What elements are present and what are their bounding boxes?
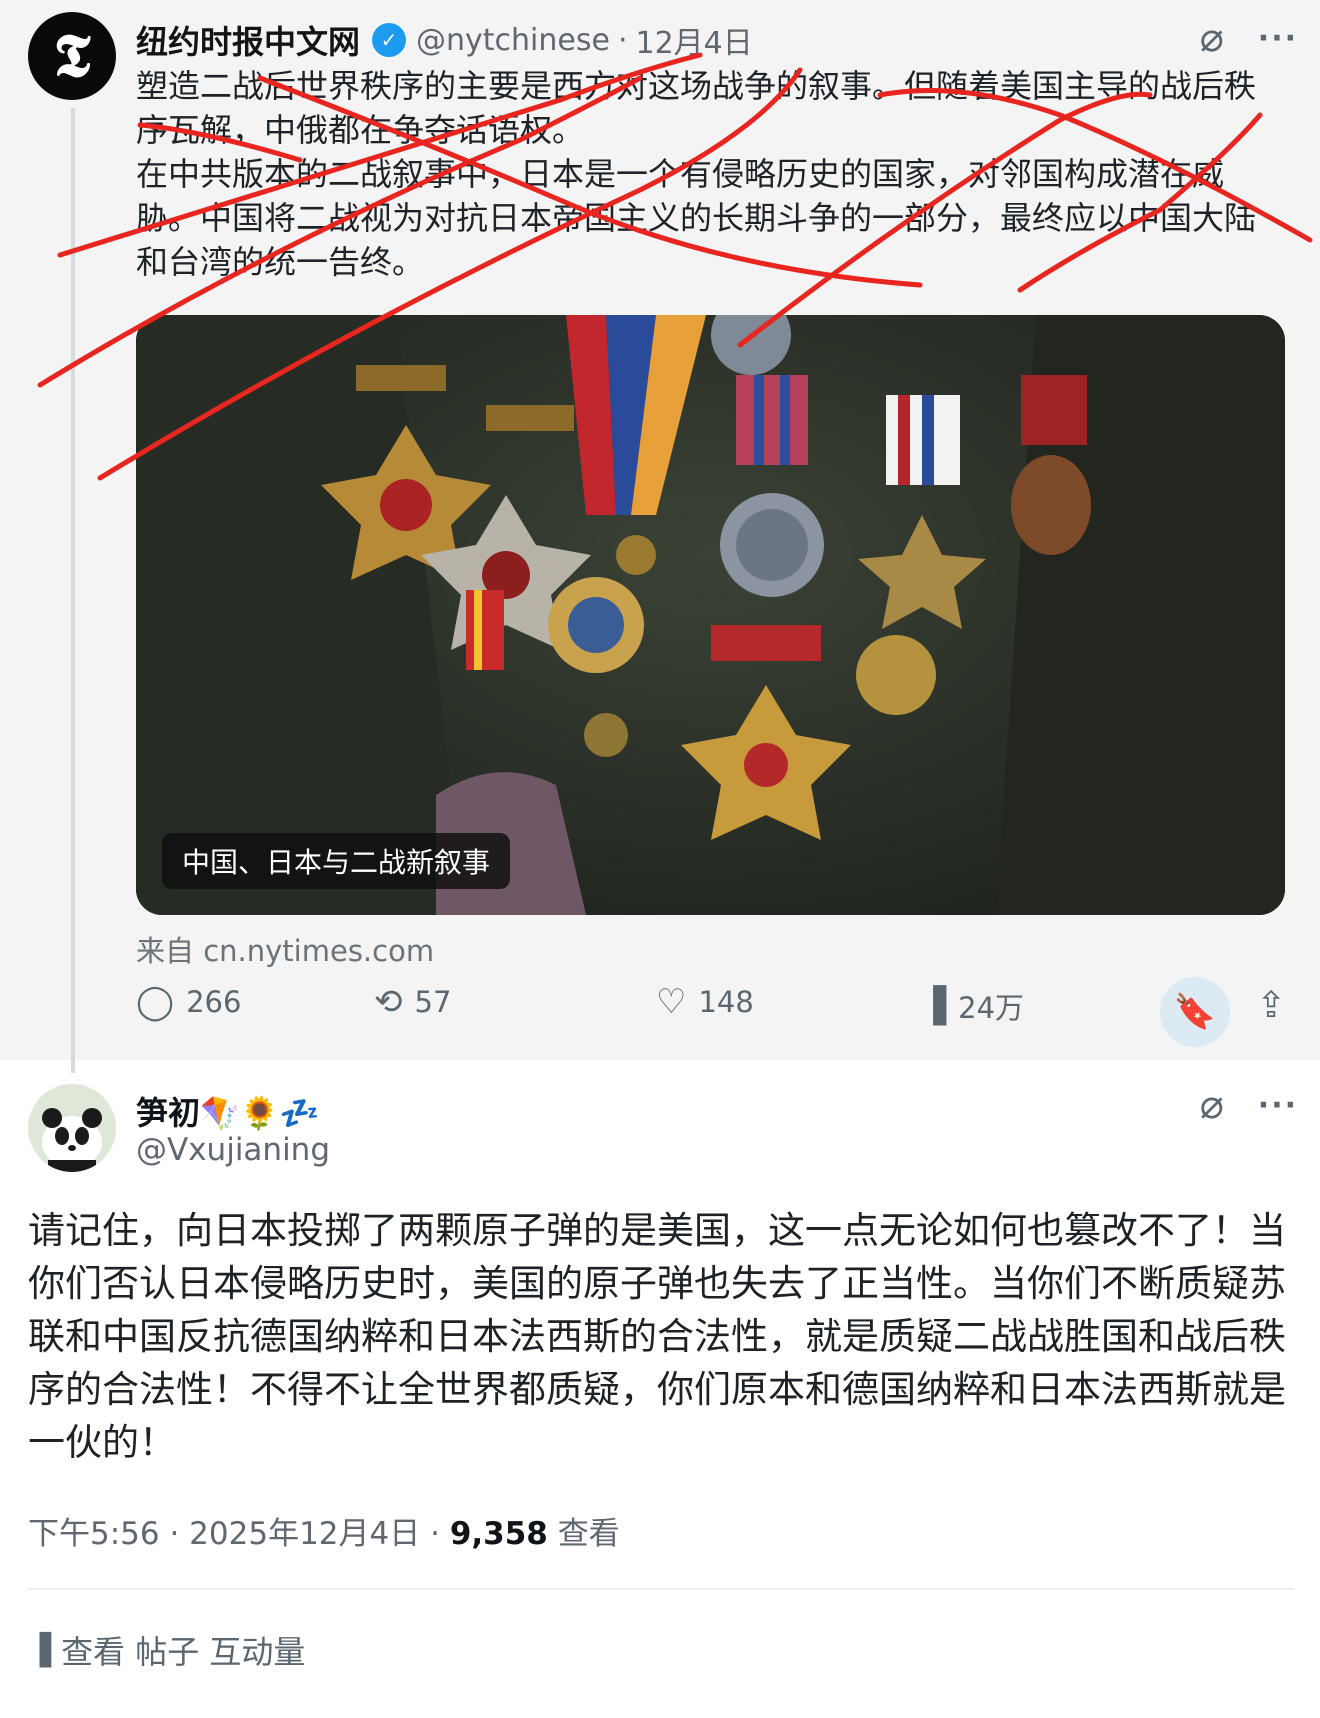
- divider: [28, 1588, 1294, 1590]
- reply-count: 266: [186, 985, 242, 1019]
- view-engagement-link[interactable]: ▐ 查看 帖子 互动量: [28, 1627, 305, 1673]
- heart-icon: ♡: [656, 982, 687, 1022]
- share-button[interactable]: ⇪: [1256, 985, 1286, 1026]
- tweet-paragraph: 在中共版本的二战叙事中，日本是一个有侵略历史的国家，对邻国构成潜在威胁。中国将二…: [136, 155, 1257, 281]
- analytics-icon: ▐: [28, 1632, 52, 1668]
- retweet-button[interactable]: ⟲ 57: [374, 985, 451, 1019]
- quoted-tweet-header: 纽约时报中文网 ✓ @nytchinese · 12月4日: [136, 18, 753, 62]
- reply-author-handle[interactable]: @Vxujianing: [136, 1132, 330, 1168]
- reply-view-count: 9,358: [449, 1516, 548, 1552]
- bookmark-icon: 🔖: [1173, 992, 1217, 1032]
- tweet-time[interactable]: 下午5:56 · 2025年12月4日 ·: [28, 1516, 450, 1552]
- views-button[interactable]: ▐ 24万: [920, 985, 1024, 1027]
- reply-icon: ◯: [136, 982, 175, 1022]
- reply-paragraph: 请记住，向日本投掷了两颗原子弹的是美国，这一点无论如何也篡改不了！当你们否认日本…: [28, 1209, 1286, 1464]
- reply-avatar[interactable]: [28, 1084, 116, 1172]
- thread-connector-line: [71, 108, 75, 1073]
- action-bar: ◯ 266 ⟲ 57 ♡ 148 ▐ 24万 🔖 ⇪: [136, 977, 1286, 1047]
- quoted-tweet-tools: ⌀ ···: [1200, 18, 1298, 58]
- tweet-media-image[interactable]: 中国、日本与二战新叙事: [136, 315, 1285, 915]
- author-name[interactable]: 纽约时报中文网: [136, 17, 360, 63]
- reply-button[interactable]: ◯ 266: [136, 985, 241, 1019]
- like-button[interactable]: ♡ 148: [656, 985, 754, 1019]
- share-icon: ⇪: [1256, 985, 1287, 1026]
- grok-icon[interactable]: ⌀: [1200, 18, 1224, 58]
- view-count: 24万: [958, 991, 1025, 1025]
- panda-avatar-icon: [28, 1084, 116, 1172]
- tweet-date[interactable]: 12月4日: [636, 18, 753, 62]
- separator-dot: ·: [617, 22, 628, 58]
- nyt-logo-icon: 𝕿: [53, 21, 91, 91]
- tweet-timestamp-views: 下午5:56 · 2025年12月4日 · 9,358 查看: [28, 1508, 620, 1553]
- bookmark-button[interactable]: 🔖: [1160, 977, 1230, 1047]
- medals-photo: [136, 315, 1285, 915]
- nyt-avatar[interactable]: 𝕿: [28, 12, 116, 100]
- views-label: 查看: [547, 1516, 620, 1552]
- engagement-label: 查看 帖子 互动量: [61, 1633, 306, 1671]
- retweet-count: 57: [414, 985, 452, 1019]
- media-caption: 中国、日本与二战新叙事: [162, 833, 511, 889]
- more-options-icon[interactable]: ···: [1258, 1088, 1298, 1123]
- reply-author-name[interactable]: 笋初🪁🌻💤: [136, 1088, 320, 1134]
- more-options-icon[interactable]: ···: [1258, 21, 1298, 56]
- reply-tweet-text: 请记住，向日本投掷了两颗原子弹的是美国，这一点无论如何也篡改不了！当你们否认日本…: [28, 1204, 1298, 1469]
- author-handle[interactable]: @nytchinese: [416, 23, 610, 58]
- like-count: 148: [698, 985, 754, 1019]
- grok-icon[interactable]: ⌀: [1200, 1085, 1224, 1125]
- tweet-paragraph: 塑造二战后世界秩序的主要是西方对这场战争的叙事。但随着美国主导的战后秩序瓦解，中…: [136, 67, 1257, 149]
- quoted-tweet-text: 塑造二战后世界秩序的主要是西方对这场战争的叙事。但随着美国主导的战后秩序瓦解，中…: [136, 64, 1286, 284]
- reply-tweet-tools: ⌀ ···: [1200, 1085, 1298, 1125]
- verified-badge-icon: ✓: [372, 23, 407, 57]
- link-source[interactable]: 来自 cn.nytimes.com: [136, 928, 434, 970]
- retweet-icon: ⟲: [374, 982, 403, 1022]
- views-icon: ▐: [920, 986, 947, 1026]
